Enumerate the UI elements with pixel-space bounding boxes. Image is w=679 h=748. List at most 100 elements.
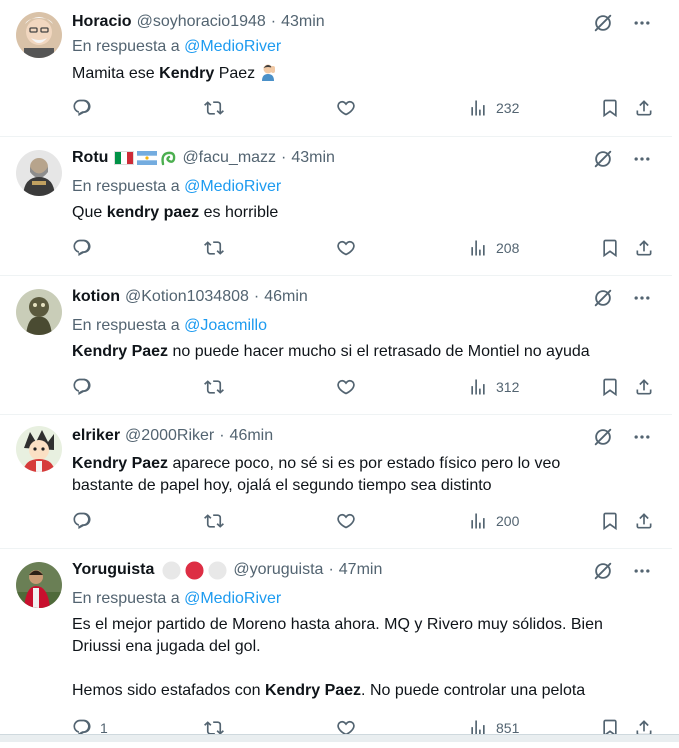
tweet-text-line: Es el mejor partido de Moreno hasta ahor… bbox=[72, 616, 603, 633]
timestamp[interactable]: 46min bbox=[264, 288, 308, 306]
tweet[interactable]: Horacio @soyhoracio1948 · 43min En respu… bbox=[0, 0, 672, 137]
reply-mention-link[interactable]: @Joacmillo bbox=[184, 317, 267, 334]
user-handle[interactable]: @2000Riker bbox=[125, 427, 214, 445]
reply-button[interactable] bbox=[72, 377, 92, 397]
tweet-text-line: Hemos sido estafados con Kendry Paez. No… bbox=[72, 680, 652, 702]
separator-dot: · bbox=[253, 288, 260, 305]
views-button[interactable]: 232 bbox=[468, 98, 519, 118]
more-options-icon[interactable] bbox=[632, 149, 652, 169]
views-button[interactable]: 208 bbox=[468, 238, 519, 258]
like-button[interactable] bbox=[336, 377, 356, 397]
bookmark-button[interactable] bbox=[600, 238, 620, 258]
argentina-flag-icon bbox=[137, 151, 158, 165]
tweet-header: elriker @2000Riker · 46min bbox=[72, 424, 652, 448]
bookmark-button[interactable] bbox=[600, 98, 620, 118]
avatar[interactable] bbox=[16, 562, 62, 608]
views-count: 232 bbox=[496, 100, 520, 116]
grok-icon[interactable] bbox=[592, 148, 614, 170]
retweet-button[interactable] bbox=[204, 377, 224, 397]
display-name[interactable]: Rotu bbox=[72, 149, 108, 167]
more-options-icon[interactable] bbox=[632, 288, 652, 308]
timestamp[interactable]: 43min bbox=[281, 13, 325, 31]
avatar[interactable] bbox=[16, 12, 62, 58]
tweet-actions: 200 bbox=[72, 511, 656, 535]
name-emojis bbox=[114, 149, 178, 167]
retweet-icon bbox=[204, 98, 224, 118]
user-handle[interactable]: @facu_mazz bbox=[182, 149, 276, 167]
italy-flag-icon bbox=[114, 151, 135, 165]
more-options-icon[interactable] bbox=[632, 13, 652, 33]
timestamp[interactable]: 47min bbox=[339, 561, 383, 579]
retweet-button[interactable] bbox=[204, 98, 224, 118]
tweet-header: Horacio @soyhoracio1948 · 43min bbox=[72, 10, 652, 34]
reply-mention-link[interactable]: @MedioRiver bbox=[184, 590, 281, 607]
reply-mention-link[interactable]: @MedioRiver bbox=[184, 38, 281, 55]
display-name[interactable]: elriker bbox=[72, 427, 120, 445]
retweet-icon bbox=[204, 377, 224, 397]
bookmark-button[interactable] bbox=[600, 377, 620, 397]
reply-button[interactable] bbox=[72, 98, 92, 118]
heart-icon bbox=[336, 98, 356, 118]
like-button[interactable] bbox=[336, 511, 356, 531]
views-button[interactable]: 312 bbox=[468, 377, 519, 397]
bookmark-icon bbox=[600, 238, 620, 258]
avatar[interactable] bbox=[16, 289, 62, 335]
grok-icon[interactable] bbox=[592, 287, 614, 309]
avatar[interactable] bbox=[16, 426, 62, 472]
more-options-icon[interactable] bbox=[632, 561, 652, 581]
grok-icon[interactable] bbox=[592, 560, 614, 582]
display-name[interactable]: Horacio bbox=[72, 13, 132, 31]
share-button[interactable] bbox=[634, 511, 654, 531]
reply-icon bbox=[72, 238, 92, 258]
tweet[interactable]: elriker @2000Riker · 46min Kendry Paez a… bbox=[0, 414, 672, 549]
timestamp[interactable]: 46min bbox=[230, 427, 274, 445]
like-button[interactable] bbox=[336, 98, 356, 118]
highlighted-keyword: Kendry Paez bbox=[265, 682, 362, 699]
retweet-button[interactable] bbox=[204, 511, 224, 531]
tweet-text-segment: Mamita ese bbox=[72, 65, 160, 82]
reply-icon bbox=[72, 377, 92, 397]
tweet-header: Yoruguista @yoruguista · 47min bbox=[72, 558, 652, 582]
share-button[interactable] bbox=[634, 98, 654, 118]
bookmark-button[interactable] bbox=[600, 511, 620, 531]
tweet-text-segment: Que bbox=[72, 204, 107, 221]
tweet[interactable]: Yoruguista @yoruguista · 47min En respue… bbox=[0, 548, 672, 748]
tweet[interactable]: Rotu @facu_mazz · 43min En respuesta a @… bbox=[0, 136, 672, 276]
share-button[interactable] bbox=[634, 238, 654, 258]
timestamp[interactable]: 43min bbox=[291, 149, 335, 167]
user-handle[interactable]: @Kotion1034808 bbox=[125, 288, 249, 306]
views-chart-icon bbox=[468, 238, 488, 258]
tweet[interactable]: kotion @Kotion1034808 · 46min En respues… bbox=[0, 275, 672, 415]
user-handle[interactable]: @yoruguista bbox=[233, 561, 323, 579]
display-name[interactable]: kotion bbox=[72, 288, 120, 306]
tweet-actions: 232 bbox=[72, 98, 656, 122]
retweet-icon bbox=[204, 238, 224, 258]
like-button[interactable] bbox=[336, 238, 356, 258]
display-name[interactable]: Yoruguista bbox=[72, 561, 154, 579]
bookmark-icon bbox=[600, 377, 620, 397]
tweet-text-segment: Paez bbox=[214, 65, 260, 82]
grok-icon[interactable] bbox=[592, 12, 614, 34]
reply-button[interactable] bbox=[72, 511, 92, 531]
green-swirl-icon bbox=[161, 151, 176, 166]
share-icon bbox=[634, 238, 654, 258]
user-handle[interactable]: @soyhoracio1948 bbox=[137, 13, 266, 31]
share-button[interactable] bbox=[634, 377, 654, 397]
avatar[interactable] bbox=[16, 150, 62, 196]
reply-mention-link[interactable]: @MedioRiver bbox=[184, 178, 281, 195]
tweet-text: Que kendry paez es horrible bbox=[72, 202, 652, 224]
horizontal-scrollbar[interactable] bbox=[0, 734, 679, 742]
white-circle-icon bbox=[162, 560, 181, 580]
tweet-actions: 208 bbox=[72, 238, 656, 262]
views-button[interactable]: 200 bbox=[468, 511, 519, 531]
grok-icon[interactable] bbox=[592, 426, 614, 448]
tweet-text-line: Driussi ena jugada del gol. bbox=[72, 638, 261, 655]
reply-button[interactable] bbox=[72, 238, 92, 258]
reply-icon bbox=[72, 511, 92, 531]
retweet-button[interactable] bbox=[204, 238, 224, 258]
views-chart-icon bbox=[468, 377, 488, 397]
more-options-icon[interactable] bbox=[632, 427, 652, 447]
tweet-text-line: Kendry Paez aparece poco, no sé si es po… bbox=[72, 453, 652, 475]
views-count: 208 bbox=[496, 240, 520, 256]
tweet-text-line: bastante de papel hoy, ojalá el segundo … bbox=[72, 477, 492, 494]
